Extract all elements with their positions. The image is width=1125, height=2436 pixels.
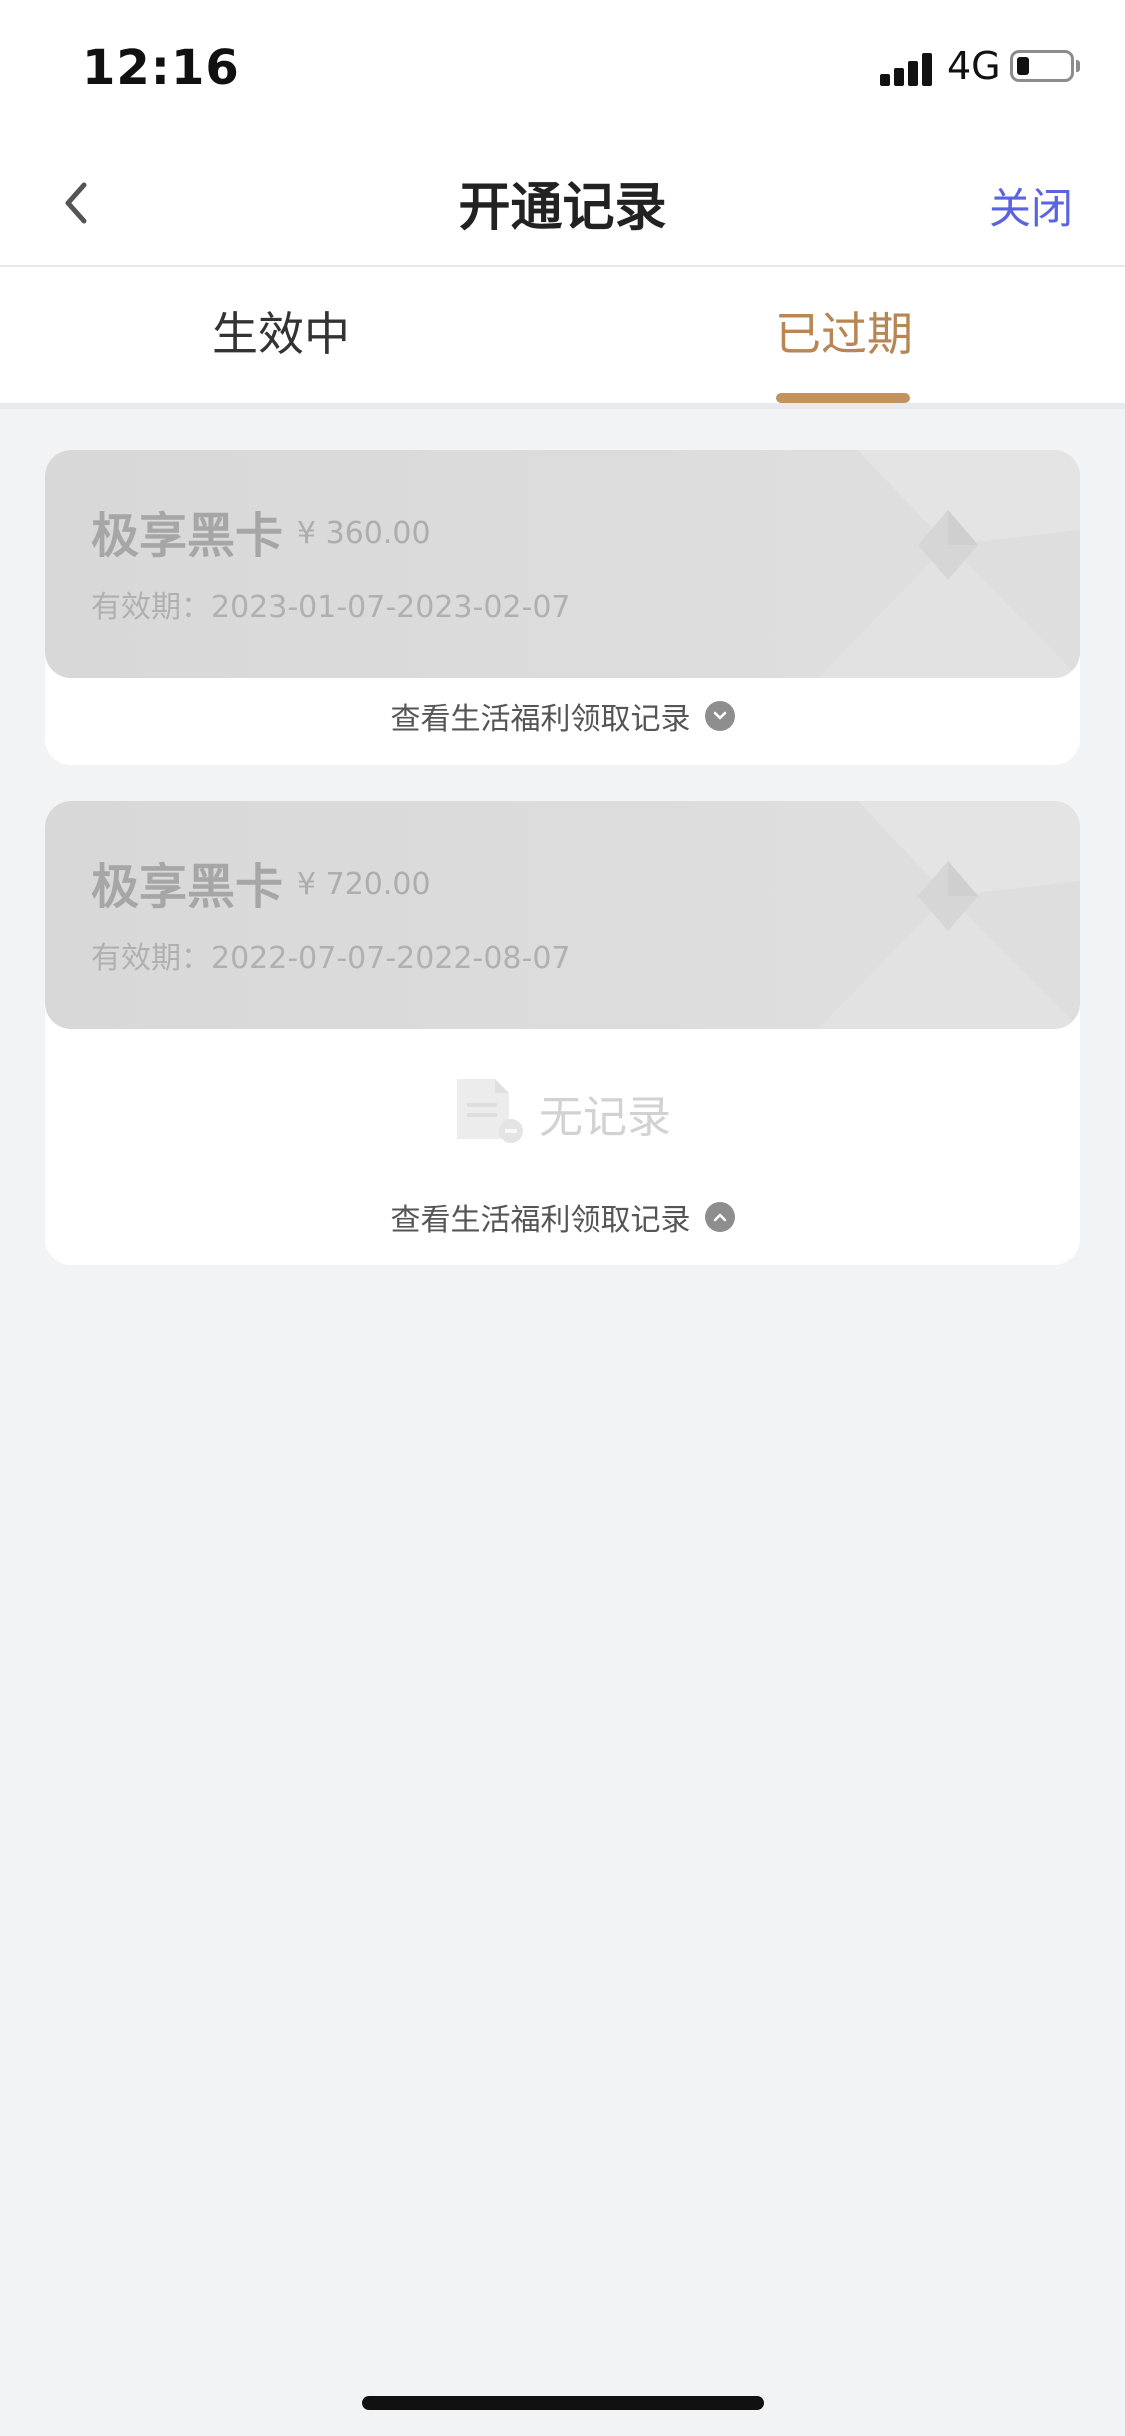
close-button[interactable]: 关闭 — [989, 175, 1073, 236]
status-bar: 12:16 4G — [0, 0, 1125, 135]
document-icon — [457, 1079, 523, 1143]
page-title: 开通记录 — [458, 178, 667, 238]
card-name: 极享黑卡 — [91, 859, 284, 915]
card-decoration — [818, 801, 1080, 1029]
card-name: 极享黑卡 — [91, 508, 284, 564]
signal-icon — [880, 52, 936, 86]
benefits-toggle-label: 查看生活福利领取记录 — [390, 702, 691, 737]
empty-state-text: 无记录 — [539, 1092, 671, 1143]
membership-card: 极享黑卡 ¥ 360.00 有效期：2023-01-07-2023-02-07 — [45, 450, 1080, 678]
tab-active-records[interactable]: 生效中 — [0, 267, 562, 403]
card-decoration — [818, 450, 1080, 678]
card-price: ¥ 360.00 — [297, 516, 431, 551]
battery-icon — [1010, 50, 1074, 82]
network-type: 4G — [947, 44, 1001, 88]
card-validity: 有效期：2022-07-07-2022-08-07 — [91, 941, 571, 976]
tab-bar: 生效中 已过期 — [0, 267, 1125, 409]
benefits-toggle[interactable]: 查看生活福利领取记录 — [45, 1195, 1080, 1255]
status-time: 12:16 — [82, 40, 240, 96]
battery-tip — [1076, 60, 1080, 72]
record-item: 极享黑卡 ¥ 720.00 有效期：2022-07-07-2022-08-07 … — [45, 801, 1080, 1265]
benefits-toggle-label: 查看生活福利领取记录 — [390, 1203, 691, 1238]
record-item: 极享黑卡 ¥ 360.00 有效期：2023-01-07-2023-02-07 … — [45, 450, 1080, 765]
nav-bar: 开通记录 关闭 — [0, 135, 1125, 267]
card-validity: 有效期：2023-01-07-2023-02-07 — [91, 590, 571, 625]
empty-state: 无记录 — [45, 1069, 1080, 1149]
benefits-toggle[interactable]: 查看生活福利领取记录 — [45, 694, 1080, 754]
tab-expired-records[interactable]: 已过期 — [563, 267, 1125, 403]
membership-card: 极享黑卡 ¥ 720.00 有效期：2022-07-07-2022-08-07 — [45, 801, 1080, 1029]
active-tab-indicator — [776, 393, 910, 403]
chevron-up-icon — [704, 1202, 735, 1232]
home-indicator — [362, 2396, 764, 2410]
card-price: ¥ 720.00 — [297, 867, 431, 902]
chevron-down-icon — [704, 701, 735, 731]
